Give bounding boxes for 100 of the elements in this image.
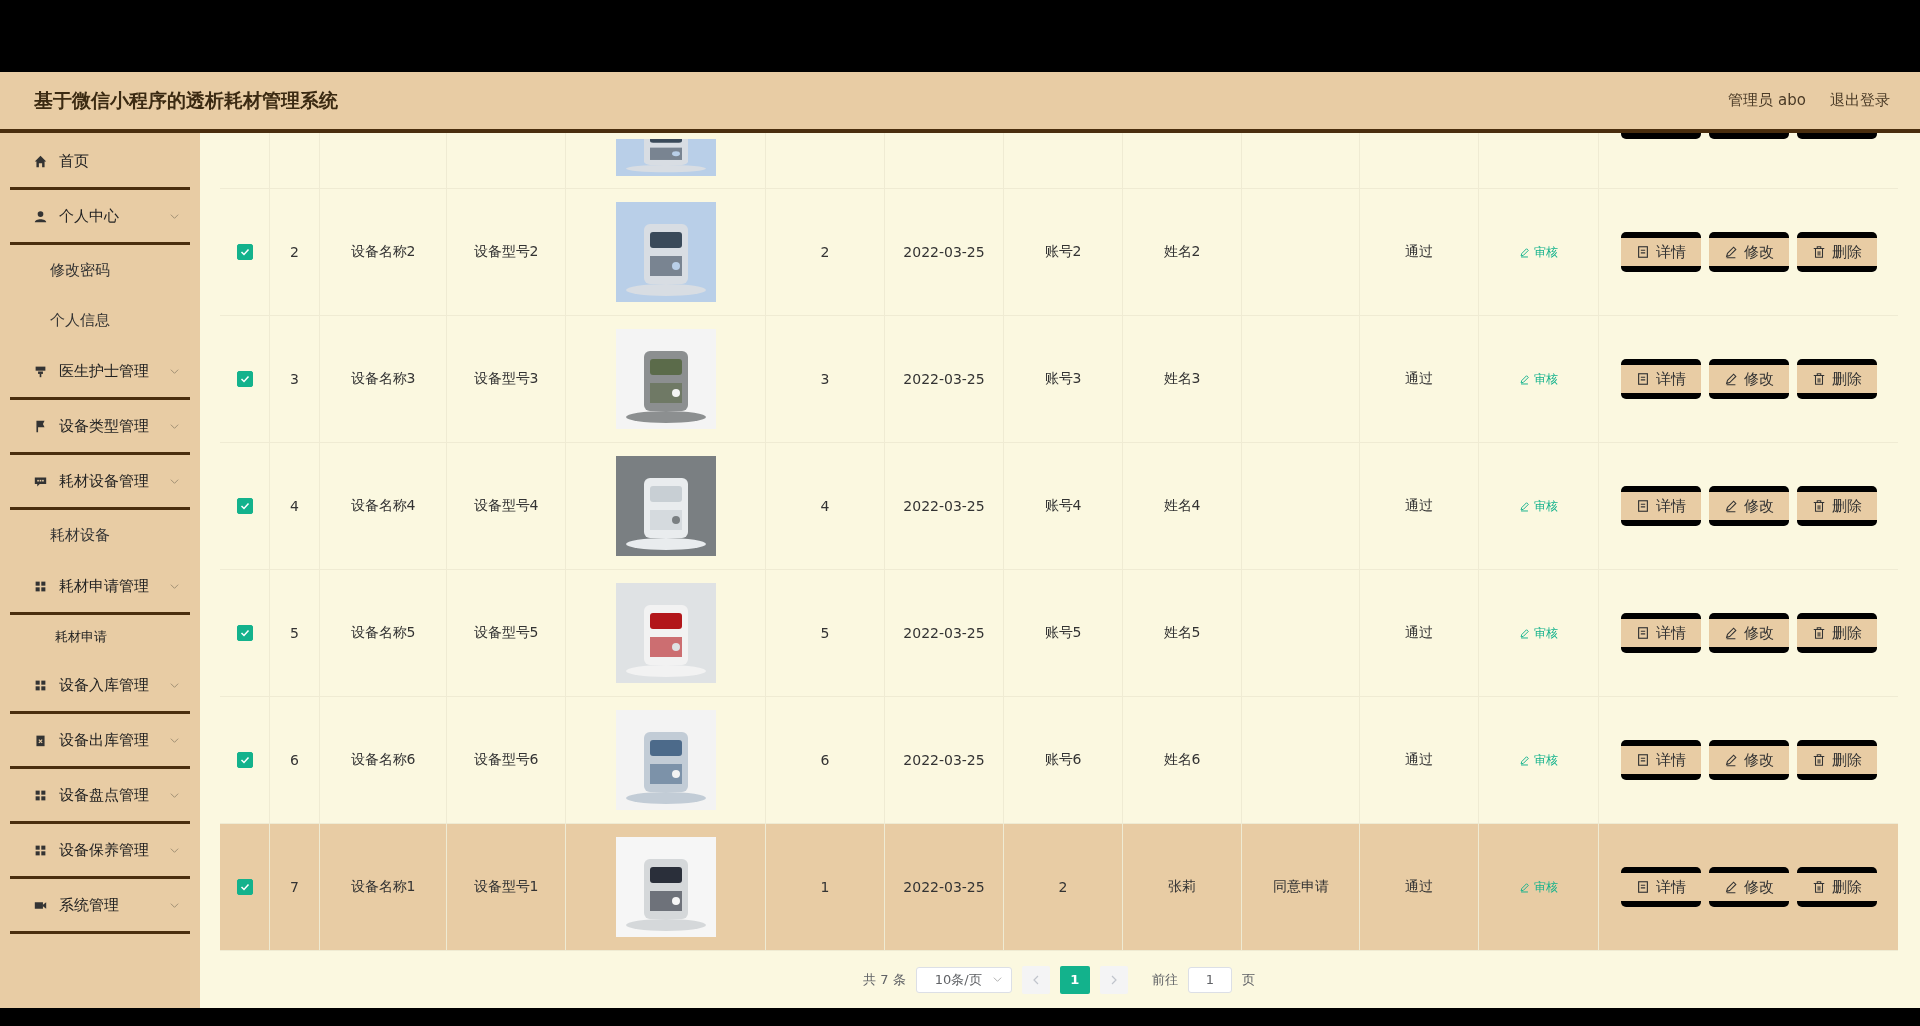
menu-item[interactable]: 首页: [0, 135, 200, 187]
submenu-item[interactable]: 耗材设备: [0, 510, 200, 560]
table-cell: 2022-03-25: [903, 498, 985, 514]
table-cell: 设备型号2: [473, 243, 539, 261]
table-cell: 姓名2: [1163, 243, 1201, 261]
table-cell: 账号3: [1044, 370, 1082, 388]
app-title: 基于微信小程序的透析耗材管理系统: [34, 87, 338, 113]
menu-item[interactable]: 医生护士管理: [0, 345, 200, 397]
table-cell: 通过: [1405, 878, 1433, 896]
trash-icon: [1812, 626, 1826, 640]
menu-item[interactable]: 设备入库管理: [0, 659, 200, 711]
table-row[interactable]: 2 设备名称2 设备型号2 2 2022-03-25 账号2 姓名2 通过 审核 详情 修改 删除: [220, 189, 1898, 316]
table-cell: 通过: [1405, 370, 1433, 388]
action-button[interactable]: 详情: [1621, 740, 1701, 780]
pencil-icon: [1724, 372, 1738, 386]
comment-icon: [34, 474, 47, 488]
table-cell: 账号6: [1044, 751, 1082, 769]
chevron-icon: [991, 974, 1003, 985]
action-button[interactable]: 详情: [1621, 867, 1701, 907]
pencil-icon: [1519, 373, 1530, 385]
document-icon: [1636, 372, 1650, 386]
submenu-item[interactable]: 个人信息: [0, 295, 200, 345]
table-cell: 设备名称4: [350, 497, 416, 515]
action-button[interactable]: 修改: [1709, 740, 1789, 780]
action-button[interactable]: 删除: [1797, 486, 1877, 526]
check-icon: [238, 881, 251, 893]
checkbox[interactable]: [236, 752, 253, 768]
pencil-icon: [1519, 246, 1530, 258]
action-button[interactable]: 删除: [1797, 740, 1877, 780]
menu-item[interactable]: 设备类型管理: [0, 400, 200, 452]
table-cell: 2022-03-25: [903, 244, 985, 260]
action-button[interactable]: 详情: [1621, 359, 1701, 399]
action-button[interactable]: 修改: [1709, 232, 1789, 272]
checkbox[interactable]: [236, 625, 253, 641]
total-count: 共 7 条: [863, 970, 906, 989]
table-cell: 姓名4: [1163, 497, 1201, 515]
table-cell: 通过: [1405, 624, 1433, 642]
page-unit: 页: [1241, 970, 1255, 989]
table-row[interactable]: 7 设备名称1 设备型号1 1 2022-03-25 2 张莉 同意申请 通过 审核 详情 修改 删除: [220, 824, 1898, 951]
pencil-icon: [1519, 627, 1530, 639]
page-size-select[interactable]: 10条/页: [915, 966, 1012, 993]
pencil-icon: [1724, 753, 1738, 767]
grid-icon: [34, 843, 47, 857]
action-button[interactable]: 删除: [1797, 613, 1877, 653]
check-icon: [238, 627, 251, 639]
action-button[interactable]: 详情: [1621, 232, 1701, 272]
table-cell: 通过: [1405, 243, 1433, 261]
table-cell: 1: [820, 879, 830, 895]
grid-icon: [34, 788, 47, 802]
action-button[interactable]: 详情: [1621, 486, 1701, 526]
menu-item[interactable]: 设备盘点管理: [0, 769, 200, 821]
action-button[interactable]: 修改: [1709, 486, 1789, 526]
pencil-icon: [1519, 500, 1530, 512]
action-button[interactable]: 删除: [1797, 232, 1877, 272]
action-button[interactable]: 修改: [1709, 867, 1789, 907]
checkbox[interactable]: [236, 879, 253, 895]
action-button[interactable]: 删除: [1797, 359, 1877, 399]
table-cell: 账号5: [1044, 624, 1082, 642]
clipboard-icon: [34, 733, 47, 747]
submenu-item[interactable]: 耗材申请: [0, 615, 200, 659]
action-button[interactable]: 详情: [1621, 613, 1701, 653]
table-cell: 同意申请: [1272, 878, 1329, 896]
menu-item[interactable]: 耗材申请管理: [0, 560, 200, 612]
user-icon: [34, 209, 47, 223]
menu-item[interactable]: 个人中心: [0, 190, 200, 242]
checkbox[interactable]: [236, 244, 253, 260]
checkbox[interactable]: [236, 371, 253, 387]
page-input[interactable]: 1: [1187, 966, 1232, 993]
table-cell: 设备型号3: [473, 370, 539, 388]
document-icon: [1636, 626, 1650, 640]
table-cell: 通过: [1405, 751, 1433, 769]
action-button[interactable]: [1621, 133, 1701, 139]
table-cell: 5: [290, 625, 299, 641]
menu-item[interactable]: 耗材设备管理: [0, 455, 200, 507]
menu-item[interactable]: 设备保养管理: [0, 824, 200, 876]
table-row[interactable]: 5 设备名称5 设备型号5 5 2022-03-25 账号5 姓名5 通过 审核 详情 修改 删除: [220, 570, 1898, 697]
table-cell: 通过: [1405, 497, 1433, 515]
table-cell: 5: [820, 625, 830, 641]
table-row[interactable]: 3 设备名称3 设备型号3 3 2022-03-25 账号3 姓名3 通过 审核 详情 修改 删除: [220, 316, 1898, 443]
pencil-icon: [1724, 499, 1738, 513]
action-button[interactable]: 删除: [1797, 867, 1877, 907]
menu-item[interactable]: 设备出库管理: [0, 714, 200, 766]
table-row[interactable]: 4 设备名称4 设备型号4 4 2022-03-25 账号4 姓名4 通过 审核 详情 修改 删除: [220, 443, 1898, 570]
action-button[interactable]: [1709, 133, 1789, 139]
pencil-icon: [1519, 881, 1530, 893]
action-button[interactable]: 修改: [1709, 613, 1789, 653]
document-icon: [1636, 880, 1650, 894]
submenu-item[interactable]: 修改密码: [0, 245, 200, 295]
checkbox[interactable]: [236, 498, 253, 514]
action-button[interactable]: 修改: [1709, 359, 1789, 399]
document-icon: [1636, 499, 1650, 513]
logout-link[interactable]: 退出登录: [1830, 91, 1890, 110]
table-cell: 6: [290, 752, 299, 768]
grid-icon: [34, 579, 47, 593]
check-icon: [238, 754, 251, 766]
podium-icon: [34, 364, 47, 378]
action-button[interactable]: [1797, 133, 1877, 139]
table-row[interactable]: 6 设备名称6 设备型号6 6 2022-03-25 账号6 姓名6 通过 审核 详情 修改 删除: [220, 697, 1898, 824]
pencil-icon: [1519, 754, 1530, 766]
menu-item[interactable]: 系统管理: [0, 879, 200, 931]
